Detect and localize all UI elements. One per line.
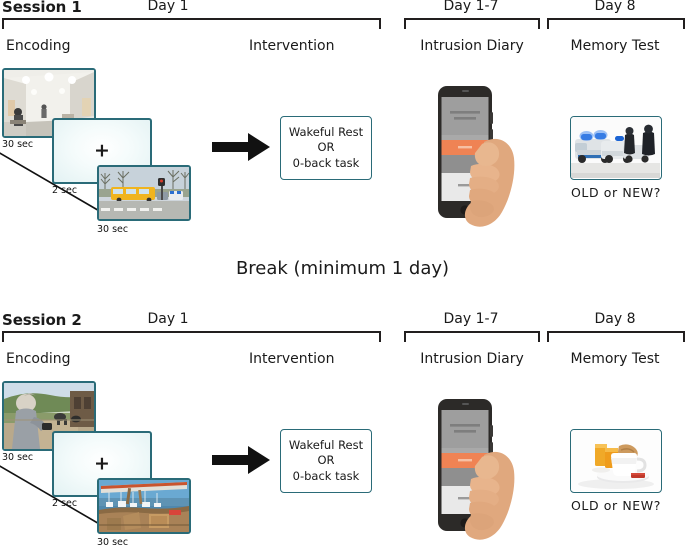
session-1-intervention-box: Wakeful Rest OR 0-back task (280, 116, 372, 180)
session-1-header: Session 1 Day 1 Day 1-7 Day 8 (0, 0, 685, 32)
session-2-day-diary: Day 1-7 (443, 311, 499, 327)
session-1-stimulus-2-duration: 30 sec (97, 224, 129, 235)
session-1-phase-intervention: Intervention (249, 38, 335, 54)
session-1-day-memory: Day 8 (594, 0, 636, 14)
session-2-phase-encoding: Encoding (6, 351, 71, 367)
session-1-label: Session 1 (2, 0, 82, 16)
session-2-stimulus-2-duration: 30 sec (97, 537, 129, 548)
session-1-flow-arrow-icon (212, 133, 270, 161)
session-1-day-encoding: Day 1 (147, 0, 189, 14)
session-1-stimulus-1-duration: 30 sec (2, 139, 34, 150)
session-2-intervention-line-1: Wakeful Rest (288, 437, 364, 452)
session-1-fixation-duration: 2 sec (52, 185, 78, 196)
session-2-flow-arrow-icon (212, 446, 270, 474)
session-2-label: Session 2 (2, 311, 82, 329)
break-label: Break (minimum 1 day) (235, 258, 450, 279)
session-2-memory-image (570, 429, 662, 493)
session-1-intervention-line-2: OR (317, 140, 335, 155)
session-2-bracket-memory (547, 331, 685, 342)
session-1-memory-image (570, 116, 662, 180)
session-1-day-diary: Day 1-7 (443, 0, 499, 14)
session-2-intervention-line-3: 0-back task (292, 468, 360, 483)
session-2-phase-diary: Intrusion Diary (420, 351, 524, 367)
session-1-stimulus-2 (97, 165, 191, 221)
session-2-fixation-duration: 2 sec (52, 498, 78, 509)
session-1-memory-probe: OLD or NEW? (570, 185, 661, 200)
session-2-intervention-box: Wakeful Rest OR 0-back task (280, 429, 372, 493)
session-2-stimulus-2 (97, 478, 191, 534)
session-2-phase-memory: Memory Test (570, 351, 660, 367)
session-2-phone-illustration (424, 395, 522, 553)
session-2-header: Session 2 Day 1 Day 1-7 Day 8 (0, 311, 685, 345)
session-1-intervention-line-3: 0-back task (292, 155, 360, 170)
session-2-day-memory: Day 8 (594, 311, 636, 327)
session-2-stimulus-1-duration: 30 sec (2, 452, 34, 463)
session-2-bracket-encoding (2, 331, 381, 342)
session-2-bracket-diary (404, 331, 540, 342)
session-1-phone-illustration (424, 82, 522, 240)
session-2-memory-probe: OLD or NEW? (570, 498, 661, 513)
session-1-intervention-line-1: Wakeful Rest (288, 124, 364, 139)
fixation-cross-icon: + (94, 452, 110, 475)
session-1-bracket-diary (404, 18, 540, 29)
session-2-intervention-line-2: OR (317, 453, 335, 468)
session-1-bracket-encoding (2, 18, 381, 29)
session-2-phase-intervention: Intervention (249, 351, 335, 367)
session-1-phase-memory: Memory Test (570, 38, 660, 54)
session-1-bracket-memory (547, 18, 685, 29)
session-1-phase-diary: Intrusion Diary (420, 38, 524, 54)
session-2-day-encoding: Day 1 (147, 311, 189, 327)
fixation-cross-icon: + (94, 139, 110, 162)
session-1-phase-encoding: Encoding (6, 38, 71, 54)
